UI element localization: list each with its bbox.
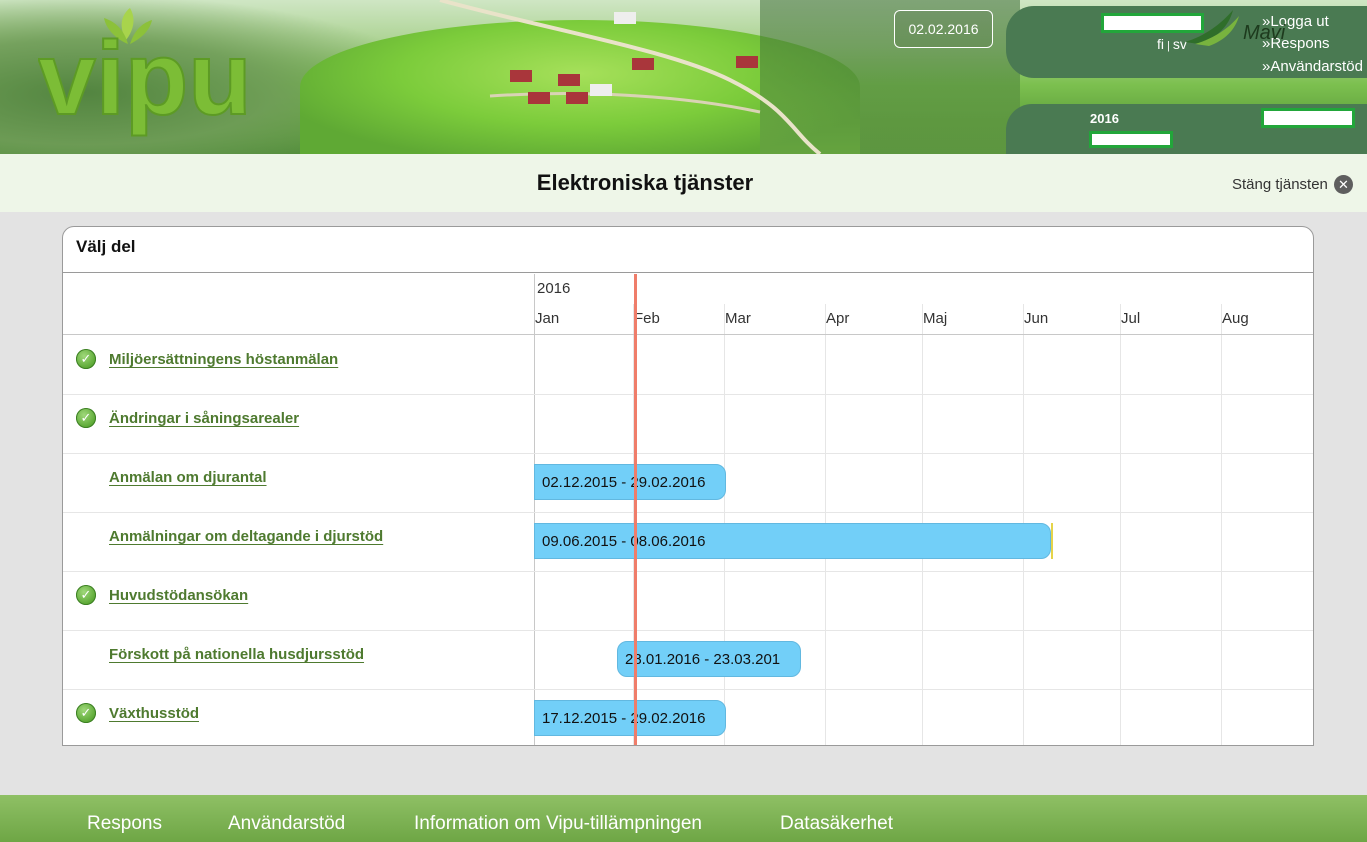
logo-text: vipu — [38, 21, 252, 137]
close-service-label: Stäng tjänsten — [1232, 176, 1328, 193]
card-header: Välj del — [63, 227, 1313, 273]
banner-house — [528, 92, 550, 104]
service-link[interactable]: Huvudstödansökan — [109, 587, 248, 604]
banner-house — [736, 56, 758, 68]
service-link[interactable]: Anmälan om djurantal — [109, 469, 267, 486]
redacted-farm-id — [1089, 131, 1173, 148]
footer-security-link[interactable]: Datasäkerhet — [780, 813, 893, 835]
user-support-link[interactable]: »Användarstöd — [1262, 58, 1363, 75]
month-label: Mar — [725, 310, 751, 327]
banner-road — [439, 0, 822, 154]
redacted-farm-name — [1261, 108, 1355, 128]
period-bar[interactable]: 28.01.2016 - 23.03.201 — [617, 641, 801, 677]
check-icon: ✓ — [76, 703, 96, 723]
banner-house — [566, 92, 588, 104]
close-icon: ✕ — [1333, 175, 1353, 194]
footer-support-link[interactable]: Användarstöd — [228, 813, 345, 835]
check-icon: ✓ — [76, 408, 96, 428]
service-link[interactable]: Förskott på nationella husdjursstöd — [109, 646, 364, 663]
month-label: Jan — [535, 310, 560, 327]
mavi-logo-text: Mavi — [1243, 22, 1286, 44]
service-link[interactable]: Växthusstöd — [109, 705, 199, 722]
bar-end-marker — [1051, 523, 1053, 559]
month-label: Apr — [826, 310, 850, 327]
period-bar[interactable]: 09.06.2015 - 08.06.2016 — [534, 523, 1051, 559]
banner-house — [614, 12, 636, 24]
period-bar[interactable]: 17.12.2015 - 29.02.2016 — [534, 700, 726, 736]
banner-house — [510, 70, 532, 82]
service-row: ✓ Huvudstödansökan — [63, 571, 533, 630]
gantt-chart: 2016 Jan Feb Mar Apr Maj Jun Jul Aug ✓ Miljöersä… — [63, 274, 1313, 745]
vipu-logo[interactable]: vipu — [38, 8, 288, 153]
service-row: ✓ Ändringar i såningsarealer — [63, 394, 533, 453]
current-date: 02.02.2016 — [894, 10, 993, 48]
banner-house — [632, 58, 654, 70]
month-label: Feb — [634, 310, 660, 327]
service-row: Förskott på nationella husdjursstöd — [63, 630, 533, 689]
page-title: Elektroniska tjänster — [536, 170, 754, 195]
select-part-card: Välj del 2016 Jan Feb Mar Apr Maj Jun Jul Aug ✓… — [62, 226, 1314, 746]
grid-line — [534, 274, 535, 745]
language-switcher: fi | sv — [1157, 36, 1187, 52]
month-label: Aug — [1222, 310, 1249, 327]
check-icon: ✓ — [76, 585, 96, 605]
footer-feedback-link[interactable]: Respons — [87, 813, 162, 835]
footer-info-link[interactable]: Information om Vipu-tillämpningen — [414, 813, 702, 835]
service-link[interactable]: Miljöersättningens höstanmälan — [109, 351, 338, 368]
gantt-year: 2016 — [537, 280, 571, 297]
service-link[interactable]: Ändringar i såningsarealer — [109, 410, 299, 427]
year-label: 2016 — [1090, 111, 1119, 126]
service-row: ✓ Miljöersättningens höstanmälan — [63, 335, 533, 394]
lang-separator: | — [1167, 40, 1170, 52]
grid-line — [1221, 304, 1222, 745]
footer: Respons Användarstöd Information om Vipu… — [0, 795, 1367, 842]
service-link[interactable]: Anmälningar om deltagande i djurstöd — [109, 528, 383, 545]
period-bar[interactable]: 02.12.2015 - 29.02.2016 — [534, 464, 726, 500]
service-row: ✓ Växthusstöd — [63, 689, 533, 745]
lang-fi-link[interactable]: fi — [1157, 36, 1164, 52]
service-row: Anmälan om djurantal — [63, 453, 533, 512]
title-bar: Elektroniska tjänster Stäng tjänsten ✕ — [0, 154, 1367, 212]
month-label: Maj — [923, 310, 948, 327]
banner-house — [558, 74, 580, 86]
check-icon: ✓ — [76, 349, 96, 369]
grid-line — [1120, 304, 1121, 745]
today-marker — [634, 274, 637, 745]
banner-house — [590, 84, 612, 96]
month-label: Jun — [1024, 310, 1049, 327]
card-title: Välj del — [76, 237, 136, 256]
service-row: Anmälningar om deltagande i djurstöd — [63, 512, 533, 571]
close-service-button[interactable]: Stäng tjänsten ✕ — [1232, 175, 1353, 194]
month-label: Jul — [1121, 310, 1141, 327]
